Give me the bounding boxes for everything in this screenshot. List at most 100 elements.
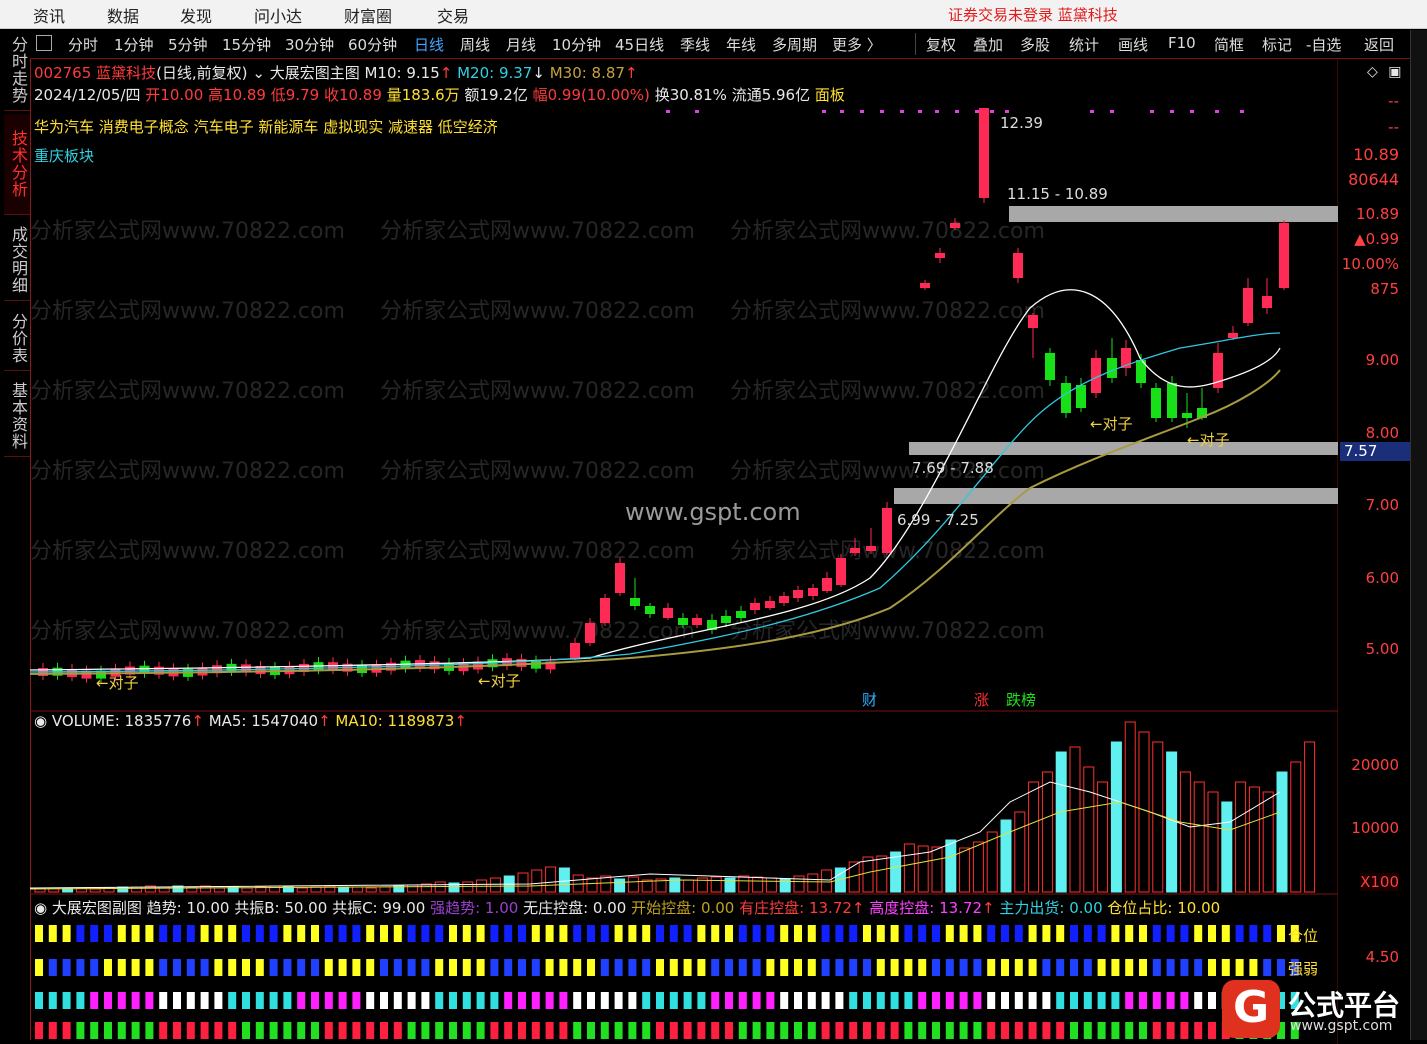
- draw-line-button[interactable]: 画线: [1118, 34, 1148, 55]
- signal-bar: [380, 1022, 388, 1039]
- signal-bar: [311, 959, 319, 976]
- volume-bar: [531, 869, 543, 893]
- settings-icon[interactable]: ◉: [34, 899, 47, 917]
- volume-bar: [365, 887, 377, 893]
- signal-bar: [642, 1022, 651, 1039]
- volume-bar: [876, 855, 888, 893]
- main-kline-chart[interactable]: 分析家公式网www.70822.com 分析家公式网www.70822.com 分析…: [30, 58, 1338, 712]
- watermark-text: 分析家公式网www.70822.com: [30, 299, 345, 324]
- signal-bar: [1139, 1022, 1147, 1039]
- signal-bar: [1097, 1022, 1106, 1039]
- tab-price-table[interactable]: 分价表: [4, 306, 30, 371]
- zone-top-label: 11.15 - 10.89: [1007, 185, 1108, 203]
- signal-bar: [1125, 925, 1134, 942]
- scrollbar[interactable]: [1410, 30, 1427, 1040]
- watermark-text: 分析家公式网www.70822.com: [380, 379, 695, 404]
- sub-title: 大展宏图副图: [51, 899, 142, 917]
- menu-item-discover[interactable]: 发现: [180, 3, 212, 27]
- tab-intraday[interactable]: 分时走势: [4, 30, 30, 111]
- period-10min[interactable]: 10分钟: [552, 34, 601, 55]
- simple-frame-button[interactable]: 简框: [1214, 34, 1244, 55]
- period-yearly[interactable]: 年线: [726, 34, 756, 55]
- period-intraday[interactable]: 分时: [68, 34, 98, 55]
- menu-item-news[interactable]: 资讯: [33, 3, 65, 27]
- period-45day[interactable]: 45日线: [615, 34, 664, 55]
- watermark-text: 分析家公式网www.70822.com: [30, 459, 345, 484]
- menu-item-wealth[interactable]: 财富圈: [344, 3, 392, 27]
- signal-bar: [1221, 959, 1230, 976]
- multi-stock-button[interactable]: 多股: [1020, 34, 1050, 55]
- signal-bar: [890, 1022, 899, 1039]
- settings-icon[interactable]: ◉: [34, 712, 47, 730]
- period-1min[interactable]: 1分钟: [114, 34, 154, 55]
- volume-bar: [752, 876, 764, 893]
- adjust-button[interactable]: 复权: [926, 34, 956, 55]
- tab-basic-info[interactable]: 基本资料: [4, 376, 30, 457]
- sub-start-control: 开始控盘: 0.00: [631, 899, 735, 917]
- signal-bar: [1056, 992, 1065, 1009]
- volume-bar: [1235, 781, 1247, 893]
- signal-bar: [200, 925, 209, 942]
- panel-toggle-icon[interactable]: ▣: [1388, 64, 1401, 80]
- login-status[interactable]: 证券交易未登录 蓝黛科技: [948, 4, 1118, 25]
- signal-bar: [987, 925, 996, 942]
- event-tag-rank[interactable]: 跌榜: [1006, 691, 1036, 709]
- period-30min[interactable]: 30分钟: [285, 34, 334, 55]
- signal-bar: [186, 1022, 195, 1039]
- event-tag-finance[interactable]: 财: [862, 691, 877, 709]
- period-15min[interactable]: 15分钟: [222, 34, 271, 55]
- signal-bar: [587, 992, 595, 1009]
- signal-dot: [990, 110, 994, 113]
- menu-item-data[interactable]: 数据: [107, 3, 139, 27]
- signal-bar: [876, 1022, 885, 1039]
- signal-bar: [62, 959, 71, 976]
- signal-bar: [835, 1022, 844, 1039]
- signal-bar: [159, 959, 168, 976]
- tab-trade-detail[interactable]: 成交明细: [4, 220, 30, 301]
- period-monthly[interactable]: 月线: [506, 34, 536, 55]
- period-daily[interactable]: 日线: [414, 34, 444, 55]
- mark-button[interactable]: 标记: [1262, 34, 1292, 55]
- volume-bar: [586, 877, 598, 893]
- signal-bar: [1125, 959, 1134, 976]
- menu-item-trade[interactable]: 交易: [437, 3, 469, 27]
- signal-bar: [863, 925, 871, 942]
- signal-bar: [780, 925, 789, 942]
- overlay-button[interactable]: 叠加: [973, 34, 1003, 55]
- volume-chart[interactable]: [30, 712, 1338, 895]
- period-weekly[interactable]: 周线: [460, 34, 490, 55]
- logo-g-icon: G: [1222, 980, 1280, 1038]
- f10-button[interactable]: F10: [1168, 34, 1196, 52]
- statistics-button[interactable]: 统计: [1069, 34, 1099, 55]
- signal-bar: [697, 925, 706, 942]
- signal-bar: [131, 959, 140, 976]
- period-60min[interactable]: 60分钟: [348, 34, 397, 55]
- signal-bar: [104, 992, 112, 1009]
- signal-bar: [932, 959, 940, 976]
- side-tab-bar: 分时走势 技术分析 成交明细 分价表 基本资料: [4, 30, 31, 1040]
- volume-bar: [1041, 771, 1053, 893]
- period-quarterly[interactable]: 季线: [680, 34, 710, 55]
- signal-bar: [117, 1022, 126, 1039]
- remove-watchlist-button[interactable]: -自选: [1306, 34, 1341, 55]
- volume-title: VOLUME: 1835776: [51, 712, 192, 730]
- back-button[interactable]: 返回: [1364, 34, 1394, 55]
- period-multi[interactable]: 多周期: [772, 34, 817, 55]
- pair-label: ←对子: [1187, 431, 1230, 449]
- right-dash-1: --: [1388, 92, 1399, 110]
- signal-bar: [725, 992, 733, 1009]
- period-more[interactable]: 更多 〉: [832, 34, 882, 55]
- diamond-icon[interactable]: ◇: [1367, 64, 1378, 80]
- period-5min[interactable]: 5分钟: [168, 34, 208, 55]
- signal-bar: [462, 925, 471, 942]
- event-tag-rise[interactable]: 涨: [974, 691, 989, 709]
- window-icons[interactable]: ◇ ▣: [1367, 64, 1407, 82]
- signal-bar: [725, 959, 733, 976]
- signal-bar: [214, 992, 223, 1009]
- signal-bar: [959, 992, 968, 1009]
- layout-toggle-icon[interactable]: [36, 35, 52, 51]
- menu-item-ask[interactable]: 问小达: [254, 3, 302, 27]
- signal-bar: [1097, 925, 1106, 942]
- logo-url: www.gspt.com: [1290, 1018, 1393, 1034]
- tab-technical[interactable]: 技术分析: [4, 114, 30, 215]
